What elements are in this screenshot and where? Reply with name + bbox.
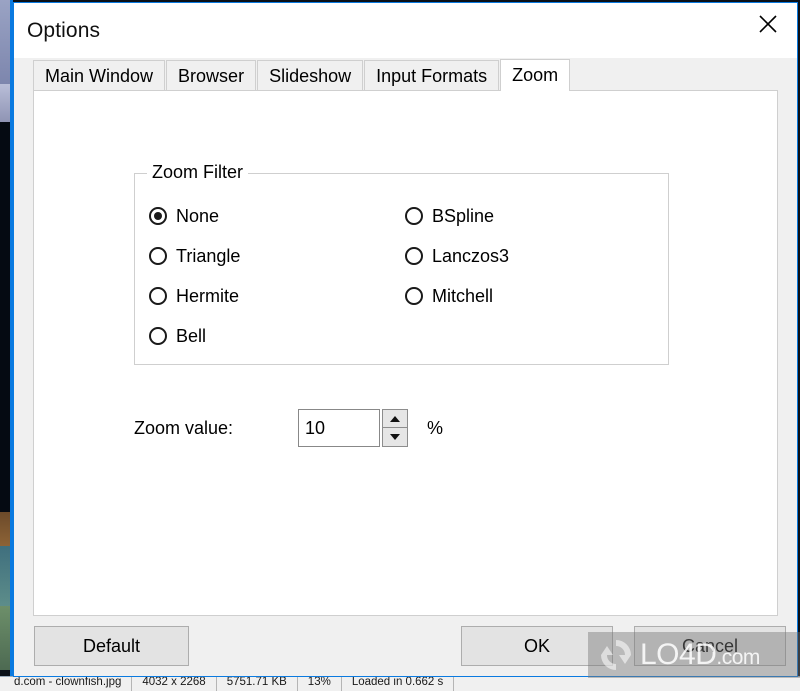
cancel-button[interactable]: Cancel	[634, 626, 786, 666]
radio-mark-icon	[405, 207, 423, 225]
zoom-value-increment-button[interactable]	[382, 409, 408, 428]
zoom-tab-panel: Zoom Filter None Triangle Hermite Bell B…	[33, 90, 778, 616]
close-button[interactable]	[739, 3, 797, 45]
radio-mark-icon	[149, 287, 167, 305]
parent-image-strip	[0, 84, 10, 122]
radio-mark-icon	[149, 207, 167, 225]
parent-image-strip	[0, 606, 10, 670]
dialog-title-bar: Options	[14, 3, 797, 58]
parent-status-bar: d.com - clownfish.jpg 4032 x 2268 5751.7…	[0, 676, 800, 691]
tab-main-window[interactable]: Main Window	[33, 60, 166, 90]
zoom-filter-right-column: BSpline Lanczos3 Mitchell	[405, 196, 509, 316]
radio-mark-icon	[405, 247, 423, 265]
tab-zoom[interactable]: Zoom	[500, 59, 571, 91]
triangle-up-icon	[390, 415, 400, 422]
default-button[interactable]: Default	[34, 626, 189, 666]
zoom-filter-legend: Zoom Filter	[147, 162, 249, 183]
radio-label-bspline: BSpline	[432, 205, 495, 226]
ok-button[interactable]: OK	[461, 626, 613, 666]
radio-label-none: None	[176, 205, 220, 226]
radio-label-hermite: Hermite	[176, 285, 240, 306]
zoom-value-row: Zoom value: %	[134, 409, 443, 447]
radio-label-mitchell: Mitchell	[432, 285, 494, 306]
radio-bell[interactable]: Bell	[149, 316, 240, 356]
zoom-value-decrement-button[interactable]	[382, 428, 408, 447]
close-x-icon	[759, 15, 777, 33]
tab-slideshow[interactable]: Slideshow	[257, 60, 364, 90]
parent-image-strip	[0, 546, 10, 606]
radio-label-bell: Bell	[176, 325, 207, 346]
radio-mark-icon	[405, 287, 423, 305]
tab-strip: Main Window Browser Slideshow Input Form…	[14, 58, 797, 91]
tab-browser[interactable]: Browser	[166, 60, 257, 90]
status-cell-filename: d.com - clownfish.jpg	[12, 677, 133, 691]
radio-hermite[interactable]: Hermite	[149, 276, 240, 316]
dialog-footer: Default OK Cancel	[14, 616, 797, 676]
radio-mitchell[interactable]: Mitchell	[405, 276, 509, 316]
status-cell-zoom: 13%	[298, 677, 342, 691]
zoom-value-unit: %	[427, 417, 444, 438]
status-cell-loadtime: Loaded in 0.662 s	[342, 677, 455, 691]
status-cell-dimensions: 4032 x 2268	[132, 677, 217, 691]
radio-label-lanczos3: Lanczos3	[432, 245, 510, 266]
radio-triangle[interactable]: Triangle	[149, 236, 240, 276]
zoom-filter-left-column: None Triangle Hermite Bell	[149, 196, 240, 356]
radio-bspline[interactable]: BSpline	[405, 196, 509, 236]
dialog-title: Options	[27, 18, 101, 42]
options-dialog: Options Main Window Browser Slideshow In…	[13, 2, 798, 677]
triangle-down-icon	[390, 434, 400, 440]
radio-lanczos3[interactable]: Lanczos3	[405, 236, 509, 276]
radio-mark-icon	[149, 247, 167, 265]
zoom-value-stepper	[382, 409, 408, 447]
zoom-value-input[interactable]	[298, 409, 380, 447]
zoom-value-label: Zoom value:	[134, 417, 234, 438]
radio-label-triangle: Triangle	[176, 245, 241, 266]
status-cell-filesize: 5751.71 KB	[217, 677, 298, 691]
radio-mark-icon	[149, 327, 167, 345]
parent-image-strip	[0, 0, 10, 84]
parent-image-strip	[0, 512, 10, 546]
radio-none[interactable]: None	[149, 196, 240, 236]
tab-input-formats[interactable]: Input Formats	[364, 60, 500, 90]
parent-image-strip	[0, 122, 10, 512]
zoom-filter-group: Zoom Filter None Triangle Hermite Bell B…	[134, 162, 669, 365]
